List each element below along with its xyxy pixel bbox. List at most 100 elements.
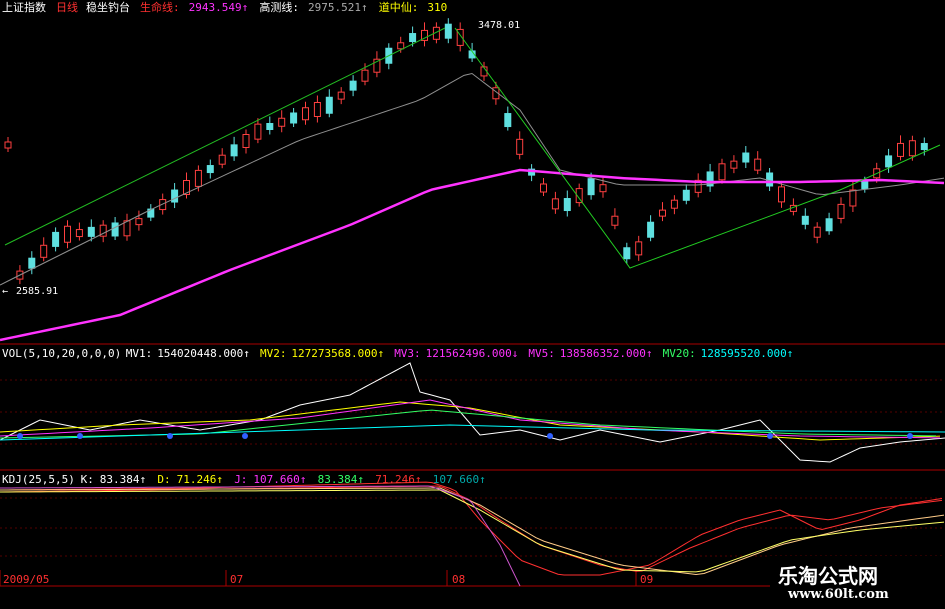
time-axis-label-4: 09: [640, 573, 654, 586]
candlestick: [920, 143, 928, 151]
main-legend-item: 稳坐钓台: [86, 1, 130, 14]
vol-legend-item: MV5:: [528, 347, 555, 360]
watermark-title: 乐淘公式网: [778, 564, 878, 588]
vol-legend-item: MV20:: [662, 347, 696, 360]
candlestick: [908, 140, 916, 157]
main-legend-item: 生命线:: [140, 1, 180, 14]
vol-legend-item: 154020448.000↑: [157, 347, 250, 360]
volume-marker: [767, 433, 773, 439]
candlestick: [52, 231, 60, 247]
candlestick: [266, 123, 274, 130]
candlestick: [778, 186, 785, 203]
watermark: 乐淘公式网 www.60lt.com: [770, 556, 945, 609]
candlestick: [504, 113, 512, 128]
candlestick: [897, 142, 904, 157]
candlestick: [659, 209, 666, 217]
candlestick: [171, 189, 179, 203]
trend-line: [454, 27, 941, 269]
kdj-legend-item: J:: [234, 473, 248, 486]
volume-marker: [547, 433, 553, 439]
kdj-legend-item: D:: [157, 473, 171, 486]
kdj-legend-item: 71.246↑: [375, 473, 422, 486]
candlestick: [40, 244, 48, 258]
candlestick: [254, 123, 262, 140]
candlestick: [75, 229, 83, 238]
candlestick: [730, 160, 738, 169]
candlestick: [409, 33, 417, 43]
ma-line-gray: [0, 72, 945, 286]
vol-legend-item: MV3:: [394, 347, 421, 360]
candlestick: [551, 198, 559, 210]
candlestick: [623, 247, 631, 260]
main-legend-item: 2943.549↑: [188, 1, 249, 14]
candlestick: [766, 172, 774, 187]
candlestick: [349, 80, 357, 91]
main-legend-item: 上证指数: [2, 1, 46, 14]
candlestick: [682, 189, 690, 201]
vol-legend-item: 128595520.000↑: [700, 347, 794, 360]
candlestick: [611, 215, 619, 226]
candlestick: [801, 215, 809, 225]
vol-legend-item: 121562496.000↓: [425, 347, 519, 360]
candlestick: [718, 163, 726, 181]
volume-marker: [242, 433, 248, 439]
candlestick: [111, 222, 119, 237]
candlestick: [194, 169, 202, 187]
volume-marker: [167, 433, 173, 439]
volume-ma-cyan: [0, 424, 945, 441]
candlestick: [587, 178, 595, 196]
time-axis-label-3: 08: [452, 573, 466, 586]
kdj-legend-item: K:: [80, 473, 94, 486]
candlestick: [540, 183, 547, 193]
candlestick: [64, 225, 71, 243]
time-axis-label-2: 07: [230, 573, 244, 586]
main-legend-item: 日线: [56, 1, 78, 14]
low-price-label: 2585.91: [16, 286, 59, 297]
vol-legend-item: 127273568.000↑: [291, 347, 385, 360]
candlestick: [397, 42, 405, 50]
volume-ma-magenta: [0, 399, 941, 439]
candlestick: [4, 141, 12, 149]
candlestick: [861, 181, 869, 190]
candlestick: [87, 226, 95, 237]
main-legend-item: 高测线:: [259, 1, 300, 14]
kdj-legend-item: 107.660↑: [253, 473, 307, 486]
candlestick: [290, 112, 298, 124]
candlestick: [302, 107, 309, 121]
kdj-legend-item: 83.384↑: [317, 473, 364, 486]
candlestick: [206, 165, 214, 174]
watermark-url: www.60lt.com: [788, 587, 889, 602]
volume-marker: [77, 433, 83, 439]
candlestick: [325, 96, 333, 114]
volume-marker: [17, 433, 23, 439]
candlestick: [28, 257, 36, 269]
kdj-legend-item: 71.246↑: [176, 473, 223, 486]
candlestick: [647, 221, 655, 238]
kdj-legend-item: 107.660↑: [432, 473, 486, 486]
candlestick: [635, 241, 643, 256]
stock-chart[interactable]: [0, 0, 945, 609]
high-price-label: 3478.01: [478, 20, 521, 31]
candlestick: [313, 102, 321, 117]
candlestick: [278, 117, 286, 127]
vol-legend-item: 138586352.000↑: [559, 347, 653, 360]
candlestick: [230, 144, 238, 157]
candlestick: [599, 184, 607, 193]
candlestick: [754, 158, 762, 171]
candlestick: [361, 69, 369, 82]
candlestick: [242, 134, 250, 148]
candlestick: [837, 203, 845, 219]
main-legend-item: 道中仙:: [378, 1, 419, 14]
candlestick: [670, 199, 678, 209]
candlestick: [135, 218, 143, 226]
candlestick: [218, 154, 226, 165]
candlestick: [337, 91, 345, 100]
kdj-legend-item: KDJ(25,5,5): [2, 473, 75, 486]
candlestick: [849, 189, 857, 207]
kdj-line-j: [0, 485, 521, 587]
candlestick: [563, 198, 571, 212]
candlestick: [516, 138, 524, 155]
low-price-label-arrow: ←: [2, 286, 9, 297]
vol-legend-item: MV1:: [125, 347, 153, 360]
candlestick: [885, 155, 893, 168]
